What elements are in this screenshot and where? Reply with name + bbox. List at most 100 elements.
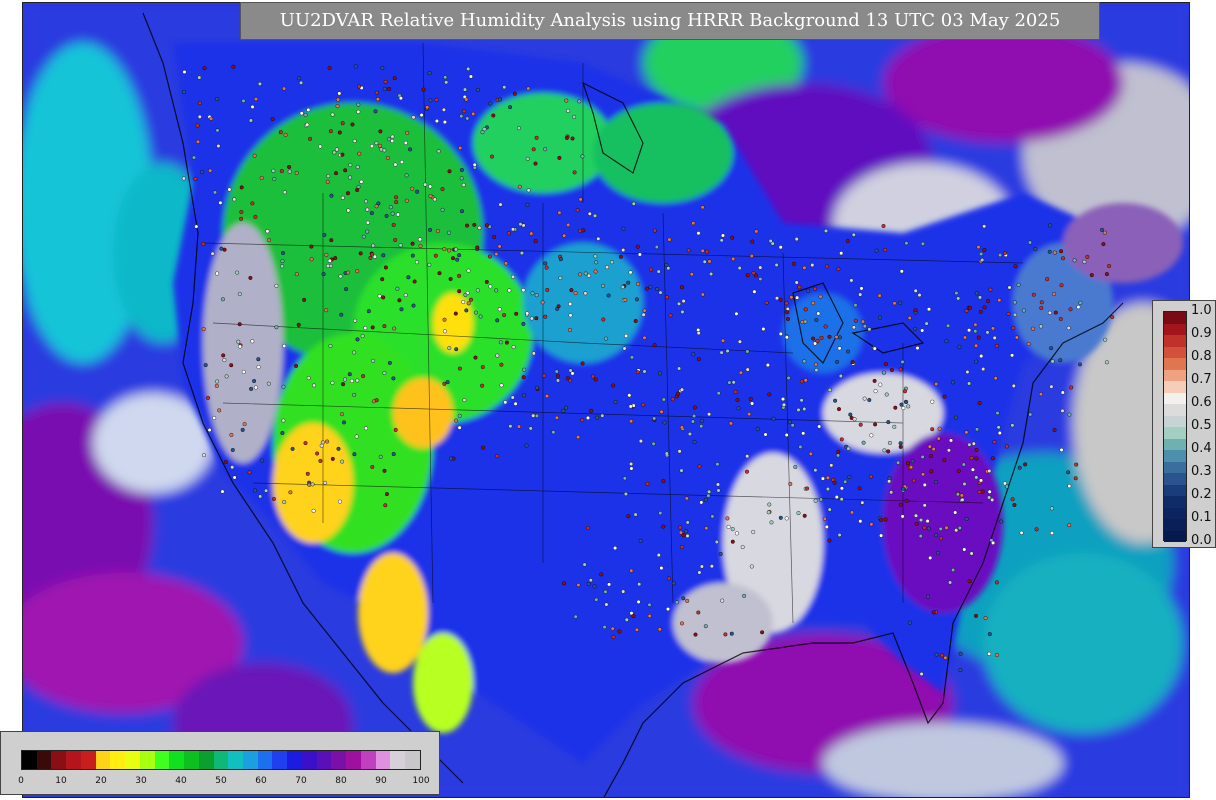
station-dot xyxy=(898,441,903,446)
station-dot xyxy=(985,330,990,335)
station-dot xyxy=(1049,531,1054,536)
station-dot xyxy=(323,480,328,485)
station-dot xyxy=(681,299,686,304)
station-dot xyxy=(427,70,432,75)
station-dot xyxy=(1050,359,1055,364)
station-dot xyxy=(564,98,569,103)
analysis-colorbar-segment xyxy=(346,751,361,769)
station-dot xyxy=(785,310,790,315)
station-dot xyxy=(415,189,420,194)
station-dot xyxy=(359,179,364,184)
station-dot xyxy=(318,458,323,463)
station-dot xyxy=(253,488,258,493)
station-dot xyxy=(592,584,597,589)
analysis-colorbar-segment xyxy=(390,751,406,769)
station-dot xyxy=(344,287,349,292)
station-dot xyxy=(352,452,357,457)
station-dot xyxy=(1068,307,1073,312)
station-dot xyxy=(365,229,370,234)
station-dot xyxy=(1059,249,1064,254)
station-dot xyxy=(465,223,470,228)
station-dot xyxy=(215,271,220,276)
station-dot xyxy=(378,129,383,134)
station-dot xyxy=(232,197,237,202)
station-dot xyxy=(771,416,776,421)
station-dot xyxy=(661,524,666,529)
station-dot xyxy=(494,288,499,293)
station-dot xyxy=(680,285,685,290)
station-dot xyxy=(197,114,202,119)
station-dot xyxy=(946,448,951,453)
station-dot xyxy=(260,458,265,463)
station-dot xyxy=(904,400,909,405)
station-dot xyxy=(703,497,708,502)
station-dot xyxy=(692,440,697,445)
station-dot xyxy=(836,449,841,454)
station-dot xyxy=(886,420,891,425)
station-dot xyxy=(968,305,973,310)
station-dot xyxy=(647,614,652,619)
station-dot xyxy=(365,207,370,212)
station-dot xyxy=(392,76,397,81)
station-colorbar-swatch xyxy=(1164,496,1186,508)
station-dot xyxy=(677,301,682,306)
station-dot xyxy=(848,412,853,417)
station-dot xyxy=(375,97,380,102)
station-dot xyxy=(621,589,626,594)
station-dot xyxy=(992,335,997,340)
station-dot xyxy=(883,517,888,522)
station-dot xyxy=(454,418,459,423)
station-dot xyxy=(818,294,823,299)
station-dot xyxy=(825,475,830,480)
station-dot xyxy=(974,359,979,364)
station-dot xyxy=(715,462,720,467)
station-dot xyxy=(346,208,351,213)
station-dot xyxy=(861,440,866,445)
station-dot xyxy=(922,482,927,487)
station-colorbar-swatch xyxy=(1164,427,1186,439)
station-dot xyxy=(975,427,980,432)
analysis-colorbar-tick: 40 xyxy=(175,776,187,786)
station-dot xyxy=(824,228,829,233)
station-dot xyxy=(197,100,202,105)
analysis-colorbar-segment xyxy=(154,751,170,769)
station-dot xyxy=(382,86,387,91)
station-dot xyxy=(999,519,1004,524)
analysis-colorbar-segment xyxy=(405,751,420,769)
station-dot xyxy=(305,122,310,127)
station-dot xyxy=(220,489,225,494)
station-dot xyxy=(677,366,682,371)
station-dot xyxy=(1073,476,1078,481)
station-dot xyxy=(825,487,830,492)
station-dot xyxy=(802,513,807,518)
station-dot xyxy=(585,526,590,531)
analysis-colorbar-segment xyxy=(51,751,67,769)
station-dot xyxy=(658,290,663,295)
station-dot xyxy=(721,233,726,238)
station-dot xyxy=(959,493,964,498)
station-dot xyxy=(622,476,627,481)
station-dot xyxy=(296,322,301,327)
station-dot xyxy=(929,469,934,474)
station-dot xyxy=(967,442,972,447)
station-dot xyxy=(506,231,511,236)
station-dot xyxy=(948,580,953,585)
station-dot xyxy=(623,298,628,303)
station-dot xyxy=(382,468,387,473)
station-dot xyxy=(543,261,548,266)
station-dot xyxy=(656,269,661,274)
station-dot xyxy=(419,113,424,118)
station-dot xyxy=(605,265,610,270)
station-dot xyxy=(678,525,683,530)
station-dot xyxy=(299,111,304,116)
station-dot xyxy=(858,422,863,427)
station-dot xyxy=(725,349,730,354)
station-dot xyxy=(1010,423,1015,428)
station-dot xyxy=(264,488,269,493)
station-dot xyxy=(573,291,578,296)
station-dot xyxy=(1060,408,1065,413)
station-dot xyxy=(525,156,530,161)
station-dot xyxy=(627,393,632,398)
analysis-colorbar-segment xyxy=(139,751,155,769)
station-dot xyxy=(993,376,998,381)
